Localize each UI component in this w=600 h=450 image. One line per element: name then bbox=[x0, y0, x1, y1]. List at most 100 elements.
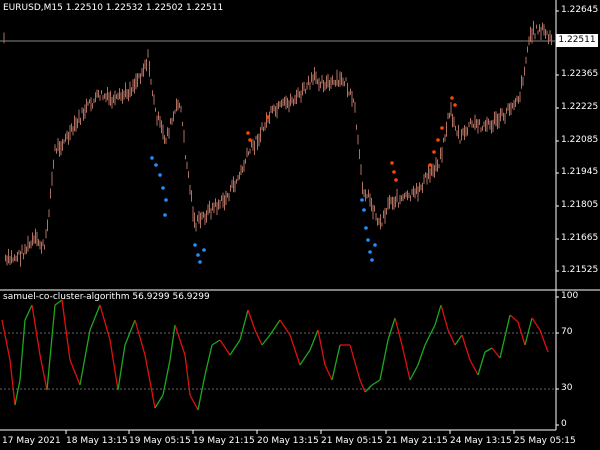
sell-signal-dot bbox=[432, 150, 436, 154]
buy-signal-dot bbox=[193, 243, 197, 247]
buy-signal-dot bbox=[364, 226, 368, 230]
price-tick: 1.21665 bbox=[561, 233, 599, 243]
oscillator-segment bbox=[317, 329, 326, 366]
oscillator-segment bbox=[154, 394, 164, 409]
oscillator-segment bbox=[491, 347, 501, 359]
buy-signal-dot bbox=[202, 248, 206, 252]
chart-canvas[interactable] bbox=[0, 0, 600, 450]
oscillator-segment bbox=[46, 304, 56, 391]
oscillator-segment bbox=[204, 344, 213, 376]
oscillator-segment bbox=[9, 359, 16, 406]
buy-signal-dot bbox=[370, 258, 374, 262]
oscillator-segment bbox=[524, 317, 533, 346]
oscillator-segment bbox=[19, 319, 26, 381]
buy-signal-dot bbox=[366, 238, 370, 242]
sell-signal-dot bbox=[440, 126, 444, 130]
oscillator-segment bbox=[324, 364, 333, 381]
ohlc-values: 1.22510 1.22532 1.22502 1.22511 bbox=[65, 3, 224, 13]
oscillator-segment bbox=[99, 304, 111, 341]
oscillator-segment bbox=[424, 324, 436, 346]
buy-signal-dot bbox=[362, 208, 366, 212]
oscillator-segment bbox=[14, 379, 21, 406]
indicator-tick: 30 bbox=[561, 383, 573, 393]
oscillator-segment bbox=[469, 359, 479, 376]
buy-signal-dot bbox=[360, 198, 364, 202]
oscillator-segment bbox=[364, 384, 373, 393]
sell-signal-dot bbox=[390, 161, 394, 165]
oscillator-segment bbox=[454, 334, 463, 346]
time-tick: 24 May 13:15 bbox=[450, 436, 512, 446]
oscillator-segment bbox=[211, 339, 221, 346]
indicator-tick: 0 bbox=[561, 419, 567, 429]
time-tick: 20 May 13:15 bbox=[257, 436, 319, 446]
time-tick: 17 May 2021 bbox=[2, 436, 61, 446]
oscillator-segment bbox=[440, 304, 449, 331]
oscillator-segment bbox=[117, 344, 126, 391]
oscillator-segment bbox=[69, 359, 81, 386]
oscillator-segment bbox=[39, 354, 48, 391]
buy-signal-dot bbox=[373, 243, 377, 247]
sell-signal-dot bbox=[436, 138, 440, 142]
buy-signal-dot bbox=[154, 163, 158, 167]
signal-dots bbox=[150, 96, 457, 264]
oscillator-segment bbox=[499, 314, 511, 359]
buy-signal-dot bbox=[196, 253, 200, 257]
oscillator-segment bbox=[134, 319, 146, 356]
oscillator-segment bbox=[379, 339, 389, 381]
oscillator-segment bbox=[189, 394, 199, 411]
buy-signal-dot bbox=[161, 186, 165, 190]
symbol-label: EURUSD,M15 bbox=[3, 3, 63, 13]
sell-signal-dot bbox=[428, 163, 432, 167]
time-tick: 21 May 21:15 bbox=[386, 436, 448, 446]
oscillator-segment bbox=[197, 374, 206, 411]
price-candles bbox=[3, 20, 552, 267]
oscillator-segment bbox=[401, 344, 411, 381]
oscillator-segment bbox=[509, 314, 519, 323]
oscillator-segment bbox=[269, 319, 281, 336]
oscillator-segment bbox=[239, 309, 249, 341]
oscillator-segment bbox=[417, 344, 426, 366]
time-tick: 19 May 21:15 bbox=[193, 436, 255, 446]
oscillator-segment bbox=[531, 317, 541, 331]
sell-signal-dot bbox=[246, 131, 250, 135]
buy-signal-dot bbox=[198, 260, 202, 264]
price-tick: 1.22645 bbox=[561, 5, 599, 15]
indicator-tick: 70 bbox=[561, 327, 573, 337]
sell-signal-dot bbox=[453, 103, 457, 107]
current-price-box: 1.22511 bbox=[556, 34, 598, 47]
oscillator-segment bbox=[299, 349, 311, 366]
sell-signal-dot bbox=[392, 170, 396, 174]
price-tick: 1.21945 bbox=[561, 167, 599, 177]
oscillator-segment bbox=[359, 379, 366, 393]
oscillator-segment bbox=[162, 359, 171, 396]
oscillator-segment bbox=[31, 304, 41, 356]
oscillator-segment bbox=[484, 347, 493, 353]
oscillator-segment bbox=[261, 334, 271, 346]
oscillator-segment bbox=[409, 364, 419, 381]
sell-signal-dot bbox=[394, 178, 398, 182]
oscillator-segment bbox=[387, 317, 396, 341]
buy-signal-dot bbox=[150, 156, 154, 160]
oscillator-segment bbox=[371, 379, 381, 386]
oscillator-segment bbox=[109, 339, 119, 391]
oscillator-segment bbox=[517, 321, 526, 346]
oscillator-segment bbox=[331, 344, 341, 381]
time-tick: 18 May 13:15 bbox=[66, 436, 128, 446]
buy-signal-dot bbox=[164, 198, 168, 202]
price-tick: 1.21805 bbox=[561, 200, 599, 210]
oscillator-segment bbox=[229, 339, 241, 356]
oscillator-segment bbox=[61, 299, 71, 361]
buy-signal-dot bbox=[368, 250, 372, 254]
price-tick: 1.22225 bbox=[561, 102, 599, 112]
time-tick: 19 May 05:15 bbox=[129, 436, 191, 446]
oscillator-segment bbox=[144, 354, 156, 409]
oscillator-segment bbox=[447, 329, 456, 346]
oscillator-segment bbox=[394, 317, 403, 346]
oscillator-segment bbox=[219, 339, 231, 356]
oscillator-segment bbox=[477, 351, 486, 376]
oscillator-segment bbox=[461, 334, 471, 361]
oscillator-segment bbox=[289, 334, 301, 366]
chart-header: EURUSD,M15 1.22510 1.22532 1.22502 1.225… bbox=[3, 3, 223, 14]
price-tick: 1.22085 bbox=[561, 135, 599, 145]
oscillator-segment bbox=[247, 309, 256, 331]
